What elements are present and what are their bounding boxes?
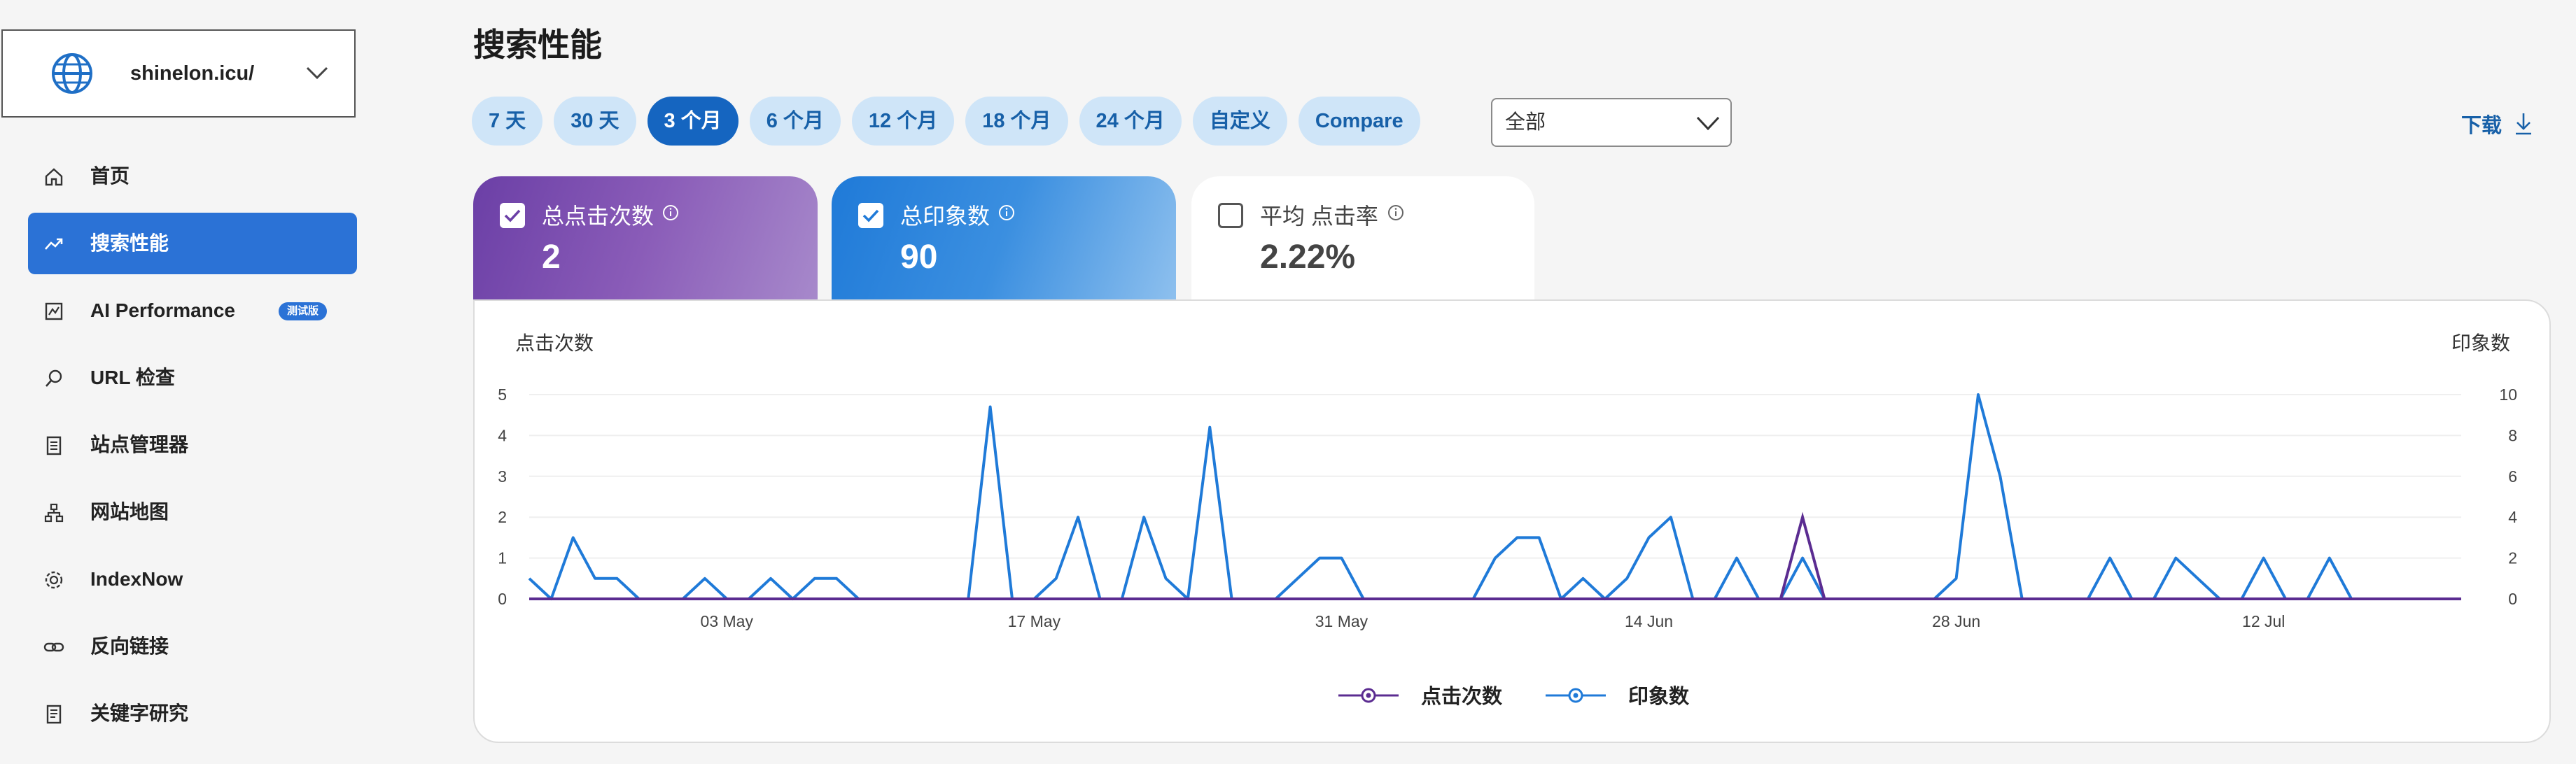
- sidebar-item-url-inspection[interactable]: URL 检查: [28, 347, 357, 409]
- metric-card-impressions[interactable]: 总印象数 90: [832, 176, 1176, 302]
- sidebar-item-label: IndexNow: [90, 568, 183, 590]
- link-icon: [43, 642, 64, 652]
- range-3m-button[interactable]: 3 个月: [647, 97, 738, 146]
- range-18m-button[interactable]: 18 个月: [965, 97, 1068, 146]
- sidebar-item-indexnow[interactable]: IndexNow: [28, 549, 357, 610]
- download-button[interactable]: 下载: [2461, 109, 2534, 139]
- legend-clicks-label: 点击次数: [1421, 685, 1503, 708]
- chart-legend: 点击次数 印象数: [1338, 685, 1690, 708]
- page-title: 搜索性能: [473, 27, 602, 63]
- sitemap-icon: [44, 503, 64, 523]
- x-tick: 17 May: [1008, 612, 1061, 630]
- impressions-series-line: [528, 393, 2461, 600]
- sidebar-item-keyword-research[interactable]: 关键字研究: [28, 683, 357, 744]
- metric-ctr-value: 2.22%: [1260, 239, 1356, 276]
- metric-clicks-label: 总点击次数: [542, 204, 654, 229]
- sidebar-item-site-manager[interactable]: 站点管理器: [28, 414, 357, 476]
- sidebar-nav: 首页 搜索性能 AI Performance 测试版 URL 检查 站点管理器 …: [28, 146, 357, 750]
- range-7d-button[interactable]: 7 天: [472, 97, 543, 146]
- info-icon[interactable]: [998, 204, 1015, 221]
- x-tick: 28 Jun: [1932, 612, 1980, 630]
- y-tick-left: 2: [498, 508, 507, 526]
- document-icon: [46, 705, 62, 724]
- trend-icon: [45, 238, 63, 250]
- clicks-checkbox[interactable]: [500, 203, 525, 228]
- sidebar-item-label: 首页: [90, 165, 130, 187]
- legend-impressions-label: 印象数: [1628, 685, 1690, 708]
- sidebar-item-sitemap[interactable]: 网站地图: [28, 481, 357, 543]
- y-tick-right: 2: [2508, 549, 2517, 567]
- beta-badge: 测试版: [279, 302, 328, 320]
- sitemanager-icon: [46, 436, 62, 455]
- right-axis-title: 印象数: [2451, 332, 2510, 354]
- sidebar-item-search-performance[interactable]: 搜索性能: [28, 213, 357, 274]
- metric-ctr-label: 平均 点击率: [1260, 204, 1378, 229]
- metric-impressions-value: 90: [900, 239, 938, 276]
- x-tick: 14 Jun: [1625, 612, 1673, 630]
- y-tick-right: 10: [2499, 385, 2517, 404]
- metric-card-clicks[interactable]: 总点击次数 2: [473, 176, 818, 302]
- compare-button[interactable]: Compare: [1298, 97, 1420, 146]
- x-tick: 03 May: [701, 612, 754, 630]
- chevron-down-icon: [1696, 116, 1720, 131]
- gear-icon: [45, 571, 63, 589]
- sidebar-item-label: 网站地图: [90, 501, 169, 523]
- metric-impressions-label: 总印象数: [900, 204, 990, 229]
- search-icon: [46, 369, 62, 387]
- y-tick-left: 3: [498, 467, 507, 486]
- range-6m-button[interactable]: 6 个月: [749, 97, 841, 146]
- range-12m-button[interactable]: 12 个月: [851, 97, 955, 146]
- info-icon[interactable]: [662, 204, 679, 221]
- impressions-checkbox[interactable]: [858, 203, 883, 228]
- sidebar-item-label: AI Performance: [90, 299, 235, 321]
- site-selector[interactable]: shinelon.icu/: [1, 29, 356, 118]
- y-tick-left: 4: [498, 426, 507, 444]
- sidebar-item-label: URL 检查: [90, 367, 175, 388]
- chart-icon: [45, 302, 63, 320]
- date-range-pills: 7 天 30 天 3 个月 6 个月 12 个月 18 个月 24 个月 自定义…: [472, 97, 1432, 146]
- range-24m-button[interactable]: 24 个月: [1079, 97, 1182, 146]
- range-custom-button[interactable]: 自定义: [1192, 97, 1287, 146]
- home-icon: [45, 168, 63, 186]
- sidebar-item-home[interactable]: 首页: [28, 146, 357, 207]
- y-tick-left: 0: [498, 590, 507, 608]
- sidebar-item-ai-performance[interactable]: AI Performance 测试版: [28, 280, 357, 341]
- filter-value: 全部: [1505, 111, 1546, 134]
- x-tick: 12 Jul: [2242, 612, 2285, 630]
- y-tick-right: 6: [2508, 467, 2517, 486]
- info-icon[interactable]: [1387, 204, 1404, 221]
- range-30d-button[interactable]: 30 天: [554, 97, 636, 146]
- y-tick-right: 0: [2508, 590, 2517, 608]
- metric-clicks-value: 2: [542, 239, 561, 276]
- performance-chart-panel: 点击次数 印象数 0 0 1 2 2 4 3 6 4 8 5 10 03 May 17 May 31 May…: [473, 299, 2551, 743]
- y-tick-right: 8: [2508, 426, 2517, 444]
- chevron-down-icon: [306, 66, 328, 80]
- metric-card-ctr[interactable]: 平均 点击率 2.22%: [1191, 176, 1534, 302]
- download-label: 下载: [2461, 115, 2502, 137]
- y-tick-right: 4: [2508, 508, 2517, 526]
- sidebar-item-label: 反向链接: [90, 635, 169, 657]
- sidebar-item-backlinks[interactable]: 反向链接: [28, 616, 357, 677]
- sidebar-item-label: 站点管理器: [90, 434, 189, 455]
- sidebar-item-label: 搜索性能: [90, 232, 169, 254]
- download-icon: [2516, 113, 2532, 135]
- y-tick-left: 5: [498, 385, 507, 404]
- performance-chart: 点击次数 印象数 0 0 1 2 2 4 3 6 4 8 5 10 03 May 17 May 31 May…: [498, 332, 2517, 708]
- filter-dropdown[interactable]: 全部: [1491, 98, 1732, 147]
- ctr-checkbox[interactable]: [1218, 203, 1243, 228]
- site-name: shinelon.icu/: [130, 62, 255, 85]
- x-tick: 31 May: [1315, 612, 1368, 630]
- sidebar-item-label: 关键字研究: [90, 702, 189, 724]
- y-tick-left: 1: [498, 549, 507, 567]
- globe-icon: [52, 53, 92, 94]
- left-axis-title: 点击次数: [515, 332, 594, 354]
